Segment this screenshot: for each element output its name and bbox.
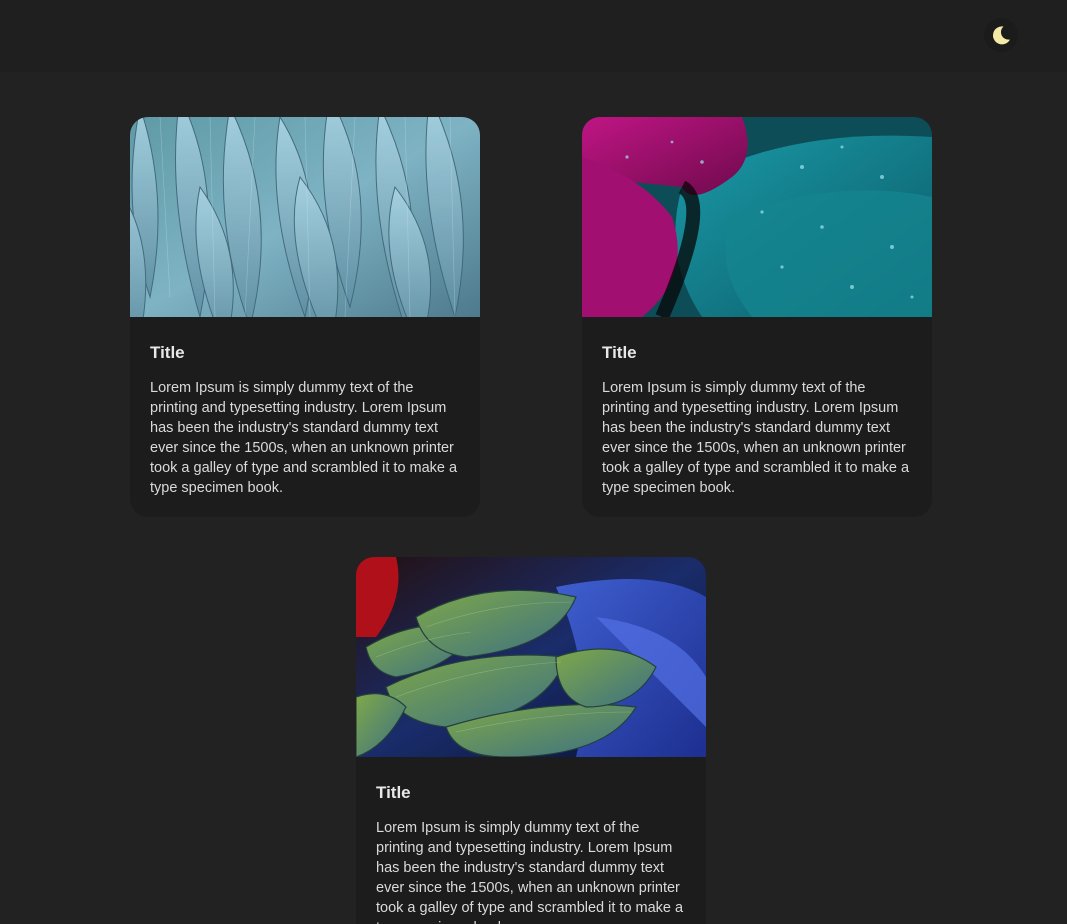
moon-icon [993,26,1010,45]
card-body: Title Lorem Ipsum is simply dummy text o… [582,317,932,517]
card-title: Title [376,783,411,802]
card-image-teal-magenta-feathers [582,117,932,317]
card-body: Title Lorem Ipsum is simply dummy text o… [356,757,706,924]
card: Title Lorem Ipsum is simply dummy text o… [356,557,706,924]
card-title: Title [602,343,637,362]
card-image-green-blue-parrot-feathers [356,557,706,757]
card-body: Title Lorem Ipsum is simply dummy text o… [130,317,480,517]
card-image-blue-feathers [130,117,480,317]
card-text: Lorem Ipsum is simply dummy text of the … [376,820,684,924]
card: Title Lorem Ipsum is simply dummy text o… [582,117,932,517]
theme-toggle-button[interactable] [984,18,1018,52]
card-text: Lorem Ipsum is simply dummy text of the … [150,380,458,496]
card-text: Lorem Ipsum is simply dummy text of the … [602,380,910,496]
top-bar [0,0,1067,72]
card: Title Lorem Ipsum is simply dummy text o… [130,117,480,517]
card-title: Title [150,343,185,362]
